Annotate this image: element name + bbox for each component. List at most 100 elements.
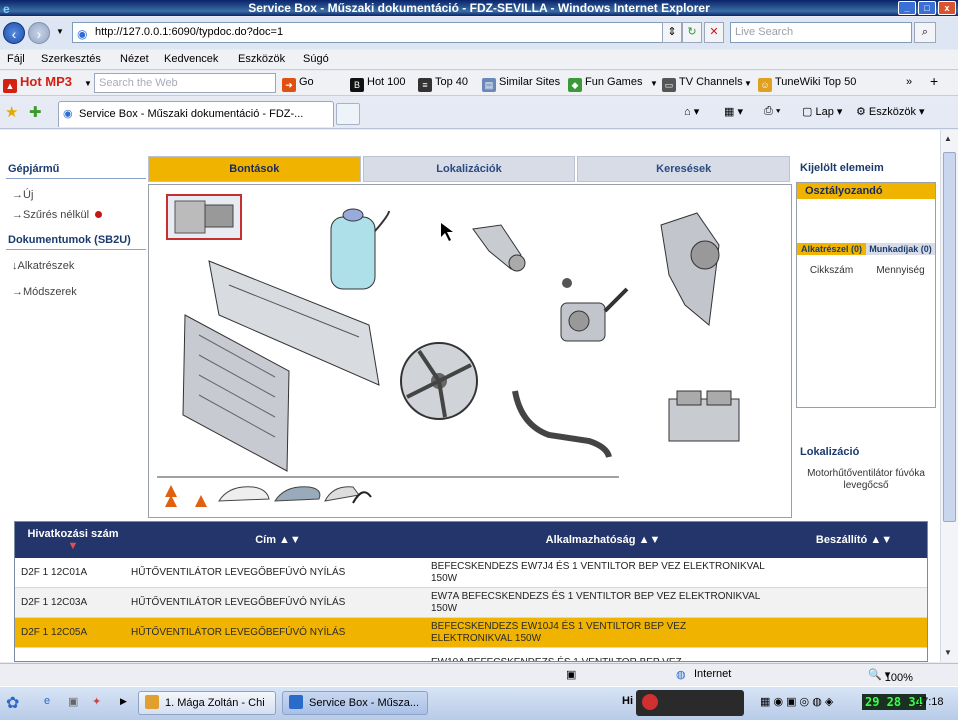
- tv-dropdown-icon[interactable]: ▼: [744, 79, 752, 88]
- cell-supplier: [775, 588, 927, 617]
- cooling-fan-part[interactable]: [400, 342, 478, 420]
- input-lang-icon[interactable]: Hi: [622, 695, 633, 707]
- hotmp3-logo[interactable]: ▲ Hot MP3: [3, 74, 81, 93]
- menu-tools[interactable]: Eszközök: [238, 53, 285, 65]
- quicklaunch-desktop-icon[interactable]: ▣: [68, 695, 78, 708]
- browser-tab-row: ★ ✚ ◉ Service Box - Műszaki dokumentáció…: [0, 97, 958, 129]
- start-button-icon[interactable]: ✿: [6, 693, 19, 713]
- new-link[interactable]: →Új: [6, 185, 146, 205]
- toolbar-hot100[interactable]: B Hot 100: [350, 76, 406, 92]
- maximize-button[interactable]: □: [918, 1, 936, 15]
- cell-ref: D2F 1 12C01A: [21, 566, 88, 578]
- col-supplier[interactable]: Beszállító ▲▼: [775, 534, 927, 546]
- browser-tab-service-box[interactable]: ◉ Service Box - Műszaki dokumentáció - F…: [58, 101, 334, 127]
- parts-link[interactable]: ↓Alkatrészek: [6, 256, 146, 276]
- url-text: http://127.0.0.1:6090/typdoc.do?doc=1: [95, 26, 284, 38]
- cell-applicability: BEFECSKENDEZS EW10J4 ÉS 1 VENTILTOR BEP …: [431, 620, 687, 644]
- quicklaunch-app-icon[interactable]: ✦: [92, 695, 101, 708]
- new-tab-button[interactable]: [336, 103, 360, 125]
- chat-task-icon: [145, 695, 159, 709]
- scrollbar-thumb[interactable]: [943, 152, 956, 522]
- web-search-placeholder: Search the Web: [99, 77, 178, 89]
- toolbar-similar-sites[interactable]: ▤ Similar Sites: [482, 76, 560, 92]
- tab-breakdowns[interactable]: Bontások: [148, 156, 361, 182]
- menu-file[interactable]: Fájl: [7, 53, 25, 65]
- history-dropdown-icon[interactable]: ▼: [56, 27, 64, 36]
- taskbar: ✿ e ▣ ✦ ▶ 1. Mága Zoltán - Chi ... Servi…: [0, 686, 958, 720]
- stop-button[interactable]: ✕: [704, 22, 724, 43]
- print-icon[interactable]: ⎙ ▾: [764, 105, 780, 118]
- labor-column-tab[interactable]: Munkadíjak (0): [866, 243, 935, 255]
- address-dropdown-button[interactable]: ⇕: [662, 22, 682, 43]
- sort-icon[interactable]: ▲▼: [870, 534, 892, 546]
- globe-icon: ◍: [676, 669, 686, 681]
- toolbar-add-icon[interactable]: +: [930, 73, 938, 89]
- toolbar-more-icon[interactable]: »: [906, 76, 912, 88]
- feeds-icon[interactable]: ▦ ▾: [724, 105, 743, 118]
- close-window-button[interactable]: x: [938, 1, 956, 15]
- table-row[interactable]: D2F 1 12C03A HŰTŐVENTILÁTOR LEVEGŐBEFÚVÓ…: [15, 588, 927, 618]
- relay-box-part[interactable]: [668, 390, 740, 442]
- scroll-down-icon[interactable]: ▼: [944, 648, 952, 657]
- games-dropdown-icon[interactable]: ▼: [650, 79, 658, 88]
- web-search-input[interactable]: Search the Web: [94, 73, 276, 93]
- toolbar-tv-channels[interactable]: ▭ TV Channels: [662, 76, 743, 92]
- taskbar-task-ie[interactable]: Service Box - Műsza...: [282, 691, 428, 715]
- col-applicability[interactable]: Alkalmazhatóság ▲▼: [425, 534, 775, 546]
- toolbar-top40[interactable]: ≡ Top 40: [418, 76, 468, 92]
- address-input[interactable]: ◉ http://127.0.0.1:6090/typdoc.do?doc=1: [72, 22, 676, 43]
- cell-applicability: EW7A BEFECSKENDEZS ÉS 1 VENTILTOR BEP VE…: [431, 590, 760, 614]
- sort-desc-icon[interactable]: ▼: [68, 540, 79, 552]
- tab-localizations[interactable]: Lokalizációk: [362, 156, 576, 182]
- toolbar-fun-games[interactable]: ◆ Fun Games: [568, 76, 642, 92]
- go-arrow-icon: ➜: [282, 78, 296, 92]
- menu-edit[interactable]: Szerkesztés: [41, 53, 101, 65]
- ie-task-icon: [289, 695, 303, 709]
- toolbar-tunewiki[interactable]: ☺ TuneWiki Top 50: [758, 76, 856, 92]
- add-favorite-icon[interactable]: ✚: [29, 103, 42, 121]
- zone-label: Internet: [694, 668, 732, 680]
- favorites-star-icon[interactable]: ★: [5, 103, 18, 121]
- menu-view[interactable]: Nézet: [120, 53, 149, 65]
- page-scrollbar[interactable]: ▲ ▼: [940, 130, 958, 662]
- tray-icons[interactable]: ▦ ◉ ▣ ◎ ◍ ◈: [760, 695, 833, 708]
- tools-menu[interactable]: ⚙ Eszközök ▾: [856, 105, 925, 118]
- logo-dropdown-icon[interactable]: ▼: [84, 79, 92, 88]
- minimize-button[interactable]: _: [898, 1, 916, 15]
- zoom-value: 100%: [884, 672, 913, 684]
- zoom-control[interactable]: 🔍 100% ▾: [868, 668, 913, 684]
- table-row-selected[interactable]: D2F 1 12C05A HŰTŐVENTILÁTOR LEVEGŐBEFÚVÓ…: [15, 618, 927, 648]
- table-row[interactable]: D2F 1 12C01A HŰTŐVENTILÁTOR LEVEGŐBEFÚVÓ…: [15, 558, 927, 588]
- window-title-bar: e Service Box - Műszaki dokumentáció - F…: [0, 0, 958, 16]
- localization-title: Lokalizáció: [800, 446, 860, 458]
- selected-items-box: Osztályozandó Alkatrészel (0) Munkadíjak…: [796, 182, 936, 408]
- live-search-input[interactable]: Live Search: [730, 22, 912, 43]
- tools-menu-label: Eszközök: [868, 106, 916, 118]
- search-icon[interactable]: ⌕: [914, 22, 936, 43]
- back-button[interactable]: ‹: [3, 22, 25, 44]
- sort-icon[interactable]: ▲▼: [639, 534, 661, 546]
- refresh-button[interactable]: ↻: [682, 22, 702, 43]
- col-title[interactable]: Cím ▲▼: [125, 534, 425, 546]
- media-player-widget[interactable]: [636, 690, 744, 716]
- forward-button[interactable]: ›: [28, 22, 50, 44]
- quicklaunch-more-icon[interactable]: ▶: [120, 696, 127, 707]
- quicklaunch-ie-icon[interactable]: e: [44, 695, 50, 707]
- go-button[interactable]: ➜ Go: [282, 76, 314, 92]
- parts-column-tab[interactable]: Alkatrészel (0): [797, 243, 866, 255]
- taskbar-task-chat[interactable]: 1. Mága Zoltán - Chi ...: [138, 691, 276, 720]
- col-reference[interactable]: Hivatkozási szám ▼: [15, 528, 125, 552]
- tab-searches[interactable]: Keresések: [577, 156, 791, 182]
- scroll-up-icon[interactable]: ▲: [944, 134, 952, 143]
- no-filter-link[interactable]: →Szűrés nélkül: [6, 205, 146, 225]
- left-navigation: Gépjármű →Új →Szűrés nélkül Dokumentumok…: [6, 160, 146, 302]
- table-row[interactable]: EW10A BEFECSKENDEZS ÉS 1 VENTILTOR BEP V…: [15, 648, 927, 661]
- menu-help[interactable]: Súgó: [303, 53, 329, 65]
- home-icon[interactable]: ⌂ ▾: [684, 105, 699, 118]
- record-icon[interactable]: [642, 694, 658, 710]
- menu-favorites[interactable]: Kedvencek: [164, 53, 218, 65]
- methods-link[interactable]: →Módszerek: [6, 282, 146, 302]
- page-menu[interactable]: ▢ Lap ▾: [802, 105, 842, 118]
- vehicle-section-heading: Gépjármű: [6, 160, 146, 179]
- sort-icon[interactable]: ▲▼: [279, 534, 301, 546]
